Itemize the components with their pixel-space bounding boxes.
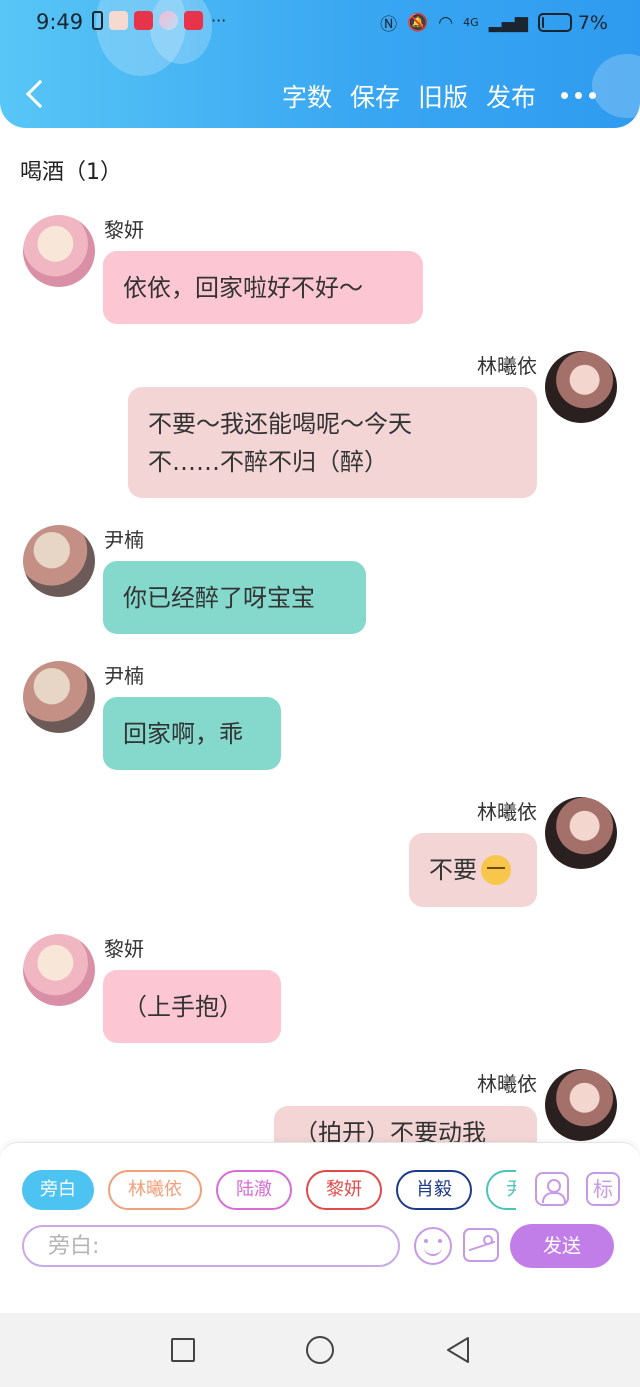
- avatar[interactable]: [23, 661, 95, 733]
- message-bubble[interactable]: （上手抱）: [103, 970, 281, 1043]
- publish-button[interactable]: 发布: [486, 78, 536, 114]
- message-text: 回家啊，乖: [123, 719, 243, 748]
- sender-name: 林曦依: [477, 354, 537, 378]
- recent-apps-icon[interactable]: [171, 1338, 195, 1362]
- status-bar: 9:49 ··· Ⓝ 🔕 ◠ 4G ▂▄▆ 7%: [0, 0, 640, 46]
- system-navigation-bar: [0, 1313, 640, 1387]
- message-text: 依依，回家啦好不好～: [123, 273, 363, 302]
- message-bubble[interactable]: 不要: [409, 833, 537, 907]
- sender-name: 林曦依: [477, 800, 537, 824]
- chapter-title: 喝酒（1）: [20, 160, 122, 185]
- mute-icon: 🔕: [407, 12, 429, 33]
- notification-icons: ···: [92, 11, 226, 30]
- message-bubble[interactable]: 不要～我还能喝呢～今天 不……不醉不归（醉）: [128, 387, 537, 498]
- sender-name: 黎妍: [104, 937, 144, 961]
- image-icon[interactable]: [463, 1228, 499, 1262]
- message-bubble[interactable]: 你已经醉了呀宝宝: [103, 561, 366, 634]
- word-count-button[interactable]: 字数: [282, 78, 332, 114]
- battery-indicator: 7%: [537, 11, 608, 34]
- avatar[interactable]: [23, 525, 95, 597]
- system-icons: Ⓝ 🔕 ◠ 4G ▂▄▆ 7%: [380, 10, 608, 36]
- emoji-icon[interactable]: [414, 1227, 452, 1265]
- avatar[interactable]: [545, 797, 617, 869]
- role-chip-xiaoyi[interactable]: 肖毅: [396, 1170, 472, 1210]
- mark-button[interactable]: 标: [586, 1172, 620, 1206]
- battery-fill: [541, 17, 544, 28]
- battery-icon: [537, 13, 572, 32]
- message-text: 不要: [429, 856, 477, 884]
- wifi-icon: ◠: [438, 12, 454, 33]
- sender-name: 尹楠: [104, 664, 144, 688]
- message-text-line: 不……不醉不归（醉）: [148, 447, 388, 476]
- app-notification-icon: [184, 11, 203, 30]
- send-button[interactable]: 发送: [510, 1224, 614, 1268]
- more-notifications-icon: ···: [211, 11, 227, 30]
- app-notification-icon: [134, 11, 153, 30]
- message-bubble[interactable]: 回家啊，乖: [103, 697, 281, 770]
- role-chip-yinnan[interactable]: 尹楠: [486, 1170, 516, 1210]
- back-arrow-icon[interactable]: [22, 78, 46, 112]
- sender-name: 尹楠: [104, 528, 144, 552]
- message-text: 你已经醉了呀宝宝: [123, 583, 315, 612]
- role-chip-narrator[interactable]: 旁白: [22, 1170, 94, 1210]
- message-text: （上手抱）: [123, 992, 243, 1021]
- save-button[interactable]: 保存: [350, 78, 400, 114]
- sender-name: 林曦依: [477, 1072, 537, 1096]
- phone-icon: [92, 11, 103, 30]
- avatar[interactable]: [545, 1069, 617, 1141]
- message-bubble[interactable]: 依依，回家啦好不好～: [103, 251, 423, 324]
- app-header: 9:49 ··· Ⓝ 🔕 ◠ 4G ▂▄▆ 7% 字数 保存 旧版 发布: [0, 0, 640, 128]
- sleepy-face-icon: [481, 855, 511, 885]
- more-options-icon[interactable]: [561, 92, 596, 99]
- manage-roles-icon[interactable]: [535, 1172, 569, 1206]
- composer-panel: 旁白林曦依陆澈黎妍肖毅尹楠 标 发送: [0, 1142, 640, 1314]
- network-type-label: 4G: [463, 16, 479, 29]
- avatar[interactable]: [23, 934, 95, 1006]
- signal-icon: ▂▄▆: [488, 12, 528, 33]
- decorative-bubble: [592, 54, 640, 118]
- sender-name: 黎妍: [104, 218, 144, 242]
- status-time: 9:49: [36, 10, 84, 34]
- battery-percent: 7%: [577, 11, 608, 34]
- message-text-line: 不要～我还能喝呢～今天: [148, 409, 412, 438]
- role-chip-liyan[interactable]: 黎妍: [306, 1170, 382, 1210]
- role-chip-linxiyi[interactable]: 林曦依: [108, 1170, 202, 1210]
- app-notification-icon: [159, 11, 178, 30]
- home-icon[interactable]: [306, 1336, 334, 1364]
- avatar[interactable]: [23, 215, 95, 287]
- avatar[interactable]: [545, 351, 617, 423]
- header-actions: 字数 保存 旧版 发布: [282, 78, 536, 114]
- app-avatar-icon: [109, 11, 128, 30]
- role-selector: 旁白林曦依陆澈黎妍肖毅尹楠: [22, 1170, 516, 1210]
- nfc-icon: Ⓝ: [380, 15, 398, 35]
- old-version-button[interactable]: 旧版: [418, 78, 468, 114]
- message-input[interactable]: [22, 1225, 400, 1267]
- role-chip-luche[interactable]: 陆澈: [216, 1170, 292, 1210]
